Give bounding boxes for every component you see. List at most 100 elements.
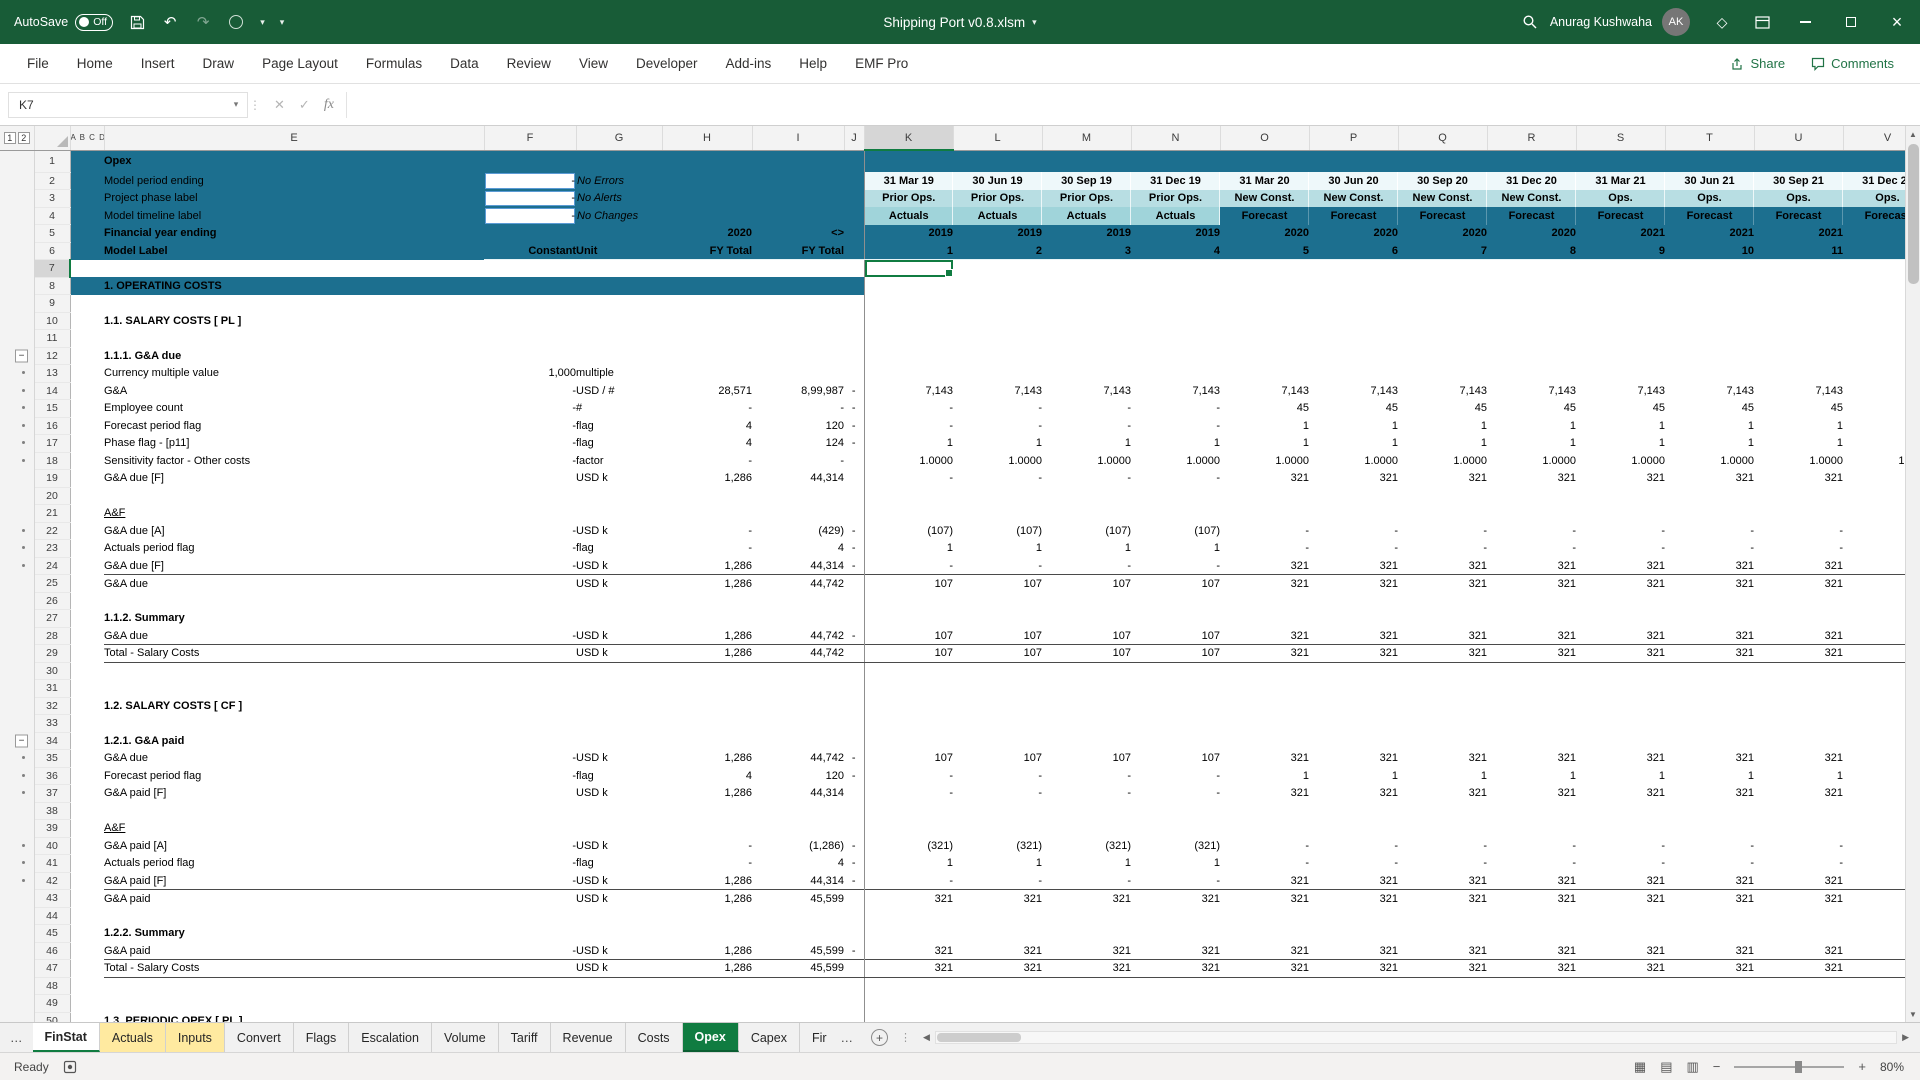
cell-U28[interactable]: 321 [1754,627,1843,645]
cell-S8[interactable] [1576,277,1665,295]
cell-P19[interactable]: 321 [1309,470,1398,488]
cell-H44[interactable] [662,907,752,925]
cell-O6[interactable]: 5 [1220,242,1309,260]
cell-U25[interactable]: 321 [1754,575,1843,593]
cell-T27[interactable] [1665,610,1754,628]
ribbon-tab-help[interactable]: Help [799,56,827,71]
cell-K3[interactable]: Prior Ops. [864,190,953,208]
cell-M41[interactable]: 1 [1042,855,1131,873]
column-header-I[interactable]: I [752,126,844,150]
cell-S49[interactable] [1576,995,1665,1013]
cell-U15[interactable]: 45 [1754,400,1843,418]
row-header-31[interactable]: 31 [34,680,70,698]
cell-R13[interactable] [1487,365,1576,383]
cell-O36[interactable]: 1 [1220,767,1309,785]
cell-S46[interactable]: 321 [1576,942,1665,960]
cell-U23[interactable]: - [1754,540,1843,558]
vertical-scroll-thumb[interactable] [1908,144,1919,284]
cell-ABCD45[interactable] [70,925,104,943]
cell-N12[interactable] [1131,347,1220,365]
cell-Q16[interactable]: 1 [1398,417,1487,435]
cell-P37[interactable]: 321 [1309,785,1398,803]
cell-V9[interactable] [1843,295,1905,313]
cell-F46[interactable]: - [484,942,576,960]
cell-P17[interactable]: 1 [1309,435,1398,453]
cell-V47[interactable]: 321 [1843,960,1905,978]
cell-F5[interactable] [484,225,576,243]
cell-F13[interactable]: 1,000 [484,365,576,383]
cell-R32[interactable] [1487,697,1576,715]
cell-G11[interactable] [576,330,662,348]
cell-J21[interactable] [844,505,864,523]
cell-M34[interactable] [1042,732,1131,750]
cell-J25[interactable] [844,575,864,593]
cell-E38[interactable] [104,802,484,820]
tab-scrollbar-splitter[interactable]: ⋮ [896,1031,916,1044]
cell-O17[interactable]: 1 [1220,435,1309,453]
cell-U40[interactable]: - [1754,837,1843,855]
cell-Q2[interactable]: 30 Sep 20 [1398,172,1487,190]
cell-T40[interactable]: - [1665,837,1754,855]
cell-R3[interactable]: New Const. [1487,190,1576,208]
cell-H16[interactable]: 4 [662,417,752,435]
cell-N8[interactable] [1131,277,1220,295]
cell-L6[interactable]: 2 [953,242,1042,260]
horizontal-scroll-track[interactable] [935,1031,1897,1044]
cell-E32[interactable]: 1.2. SALARY COSTS [ CF ] [104,697,484,715]
cell-S33[interactable] [1576,715,1665,733]
cell-J13[interactable] [844,365,864,383]
cell-F49[interactable] [484,995,576,1013]
cell-O27[interactable] [1220,610,1309,628]
row-header-24[interactable]: 24 [34,557,70,575]
cell-J8[interactable] [844,277,864,295]
cell-L31[interactable] [953,680,1042,698]
cell-ABCD46[interactable] [70,942,104,960]
cell-J17[interactable]: - [844,435,864,453]
cell-M22[interactable]: (107) [1042,522,1131,540]
cell-S38[interactable] [1576,802,1665,820]
cell-Q30[interactable] [1398,662,1487,680]
cell-I7[interactable] [752,260,844,278]
cell-H6[interactable]: FY Total [662,242,752,260]
cell-R36[interactable]: 1 [1487,767,1576,785]
row-header-49[interactable]: 49 [34,995,70,1013]
cell-V1[interactable] [1843,150,1905,172]
cell-Q24[interactable]: 321 [1398,557,1487,575]
cell-N1[interactable] [1131,150,1220,172]
cell-F25[interactable] [484,575,576,593]
cell-E27[interactable]: 1.1.2. Summary [104,610,484,628]
cell-I35[interactable]: 44,742 [752,750,844,768]
horizontal-scrollbar[interactable]: ◀ ▶ [916,1023,1920,1052]
cell-K34[interactable] [864,732,953,750]
cell-J24[interactable]: - [844,557,864,575]
cell-E25[interactable]: G&A due [104,575,484,593]
cell-G21[interactable] [576,505,662,523]
column-header-S[interactable]: S [1576,126,1665,150]
cell-P21[interactable] [1309,505,1398,523]
cell-N21[interactable] [1131,505,1220,523]
page-break-view-icon[interactable]: ▥ [1686,1059,1698,1075]
cell-O3[interactable]: New Const. [1220,190,1309,208]
cell-ABCD47[interactable] [70,960,104,978]
cell-V50[interactable] [1843,1012,1905,1022]
cell-U1[interactable] [1754,150,1843,172]
cell-G30[interactable] [576,662,662,680]
cell-I6[interactable]: FY Total [752,242,844,260]
cell-G44[interactable] [576,907,662,925]
cell-H14[interactable]: 28,571 [662,382,752,400]
cell-G33[interactable] [576,715,662,733]
cell-S35[interactable]: 321 [1576,750,1665,768]
cell-T39[interactable] [1665,820,1754,838]
cell-O50[interactable] [1220,1012,1309,1022]
cell-N46[interactable]: 321 [1131,942,1220,960]
cell-G39[interactable] [576,820,662,838]
column-header-K[interactable]: K [864,126,953,150]
cell-M45[interactable] [1042,925,1131,943]
zoom-out-icon[interactable]: − [1713,1059,1721,1074]
cell-T45[interactable] [1665,925,1754,943]
cell-F30[interactable] [484,662,576,680]
cell-N36[interactable]: - [1131,767,1220,785]
cell-J18[interactable] [844,452,864,470]
cell-Q6[interactable]: 7 [1398,242,1487,260]
cell-I31[interactable] [752,680,844,698]
